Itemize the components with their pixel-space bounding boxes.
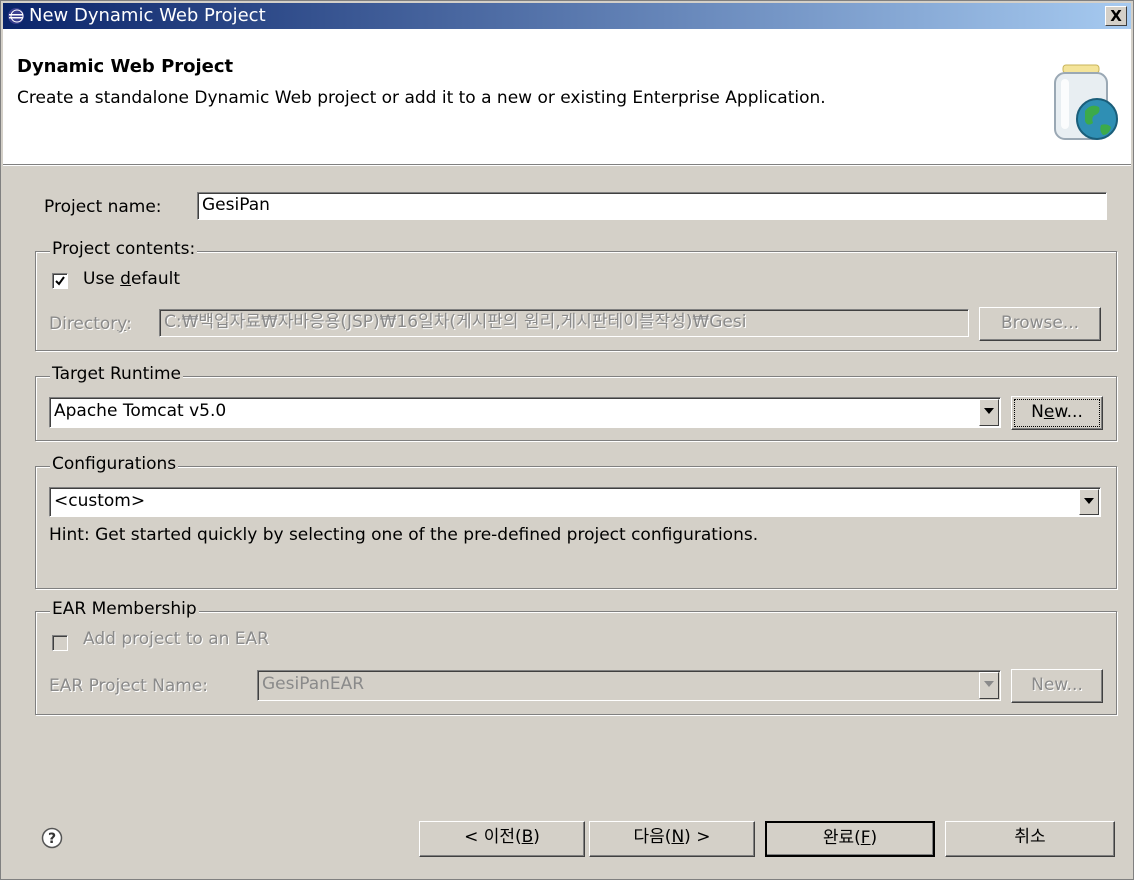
chevron-down-icon [1084,498,1094,504]
header-divider [3,165,1131,166]
finish-button[interactable]: 완료(F) [765,821,935,857]
configurations-select[interactable]: <custom> [49,487,1101,517]
ear-project-name-value: GesiPanEAR [262,674,365,694]
dropdown-button [979,672,999,699]
directory-label: Directory: [49,314,132,334]
cancel-button[interactable]: 취소 [945,821,1115,857]
project-name-input[interactable]: GesiPan [197,192,1107,220]
chevron-down-icon [984,681,994,687]
ear-membership-label: EAR Membership [50,599,199,619]
dropdown-button[interactable] [979,399,999,426]
back-button[interactable]: < 이전(B) [419,821,585,857]
target-runtime-value: Apache Tomcat v5.0 [54,401,227,421]
dialog-window: New Dynamic Web Project X Dynamic Web Pr… [0,0,1134,880]
directory-input: C:₩백업자료₩자바응용(JSP)₩16일차(게시판의 원리,게시판테이블작성)… [159,309,969,337]
new-ear-button: New... [1011,669,1103,703]
help-icon[interactable]: ? [41,827,63,849]
project-name-label: Project name: [44,197,162,217]
ear-project-name-label: EAR Project Name: [49,676,209,696]
wizard-header: Dynamic Web Project Create a standalone … [3,29,1131,165]
configurations-hint: Hint: Get started quickly by selecting o… [49,525,759,545]
window-title: New Dynamic Web Project [29,5,266,26]
use-default-label[interactable]: Use default [83,269,180,289]
close-icon: X [1110,7,1122,25]
checkmark-icon [55,276,65,286]
target-runtime-label: Target Runtime [50,364,184,384]
title-bar[interactable]: New Dynamic Web Project X [3,3,1131,29]
configurations-value: <custom> [54,491,146,511]
ear-project-name-select: GesiPanEAR [257,670,1001,701]
use-default-checkbox[interactable] [52,273,68,289]
add-to-ear-label: Add project to an EAR [83,629,269,649]
page-description: Create a standalone Dynamic Web project … [17,88,826,108]
browse-button: Browse... [979,307,1101,341]
project-contents-label: Project contents: [50,239,198,259]
add-to-ear-checkbox [52,635,68,651]
close-button[interactable]: X [1105,6,1127,26]
svg-text:?: ? [48,831,56,847]
target-runtime-select[interactable]: Apache Tomcat v5.0 [49,397,1001,428]
next-button[interactable]: 다음(N) > [589,821,755,857]
page-title: Dynamic Web Project [17,56,234,77]
web-project-globe-jar-icon [1054,64,1118,140]
eclipse-icon [8,8,24,24]
configurations-label: Configurations [50,454,179,474]
new-runtime-button[interactable]: New... [1011,396,1103,430]
chevron-down-icon [984,408,994,414]
dropdown-button[interactable] [1079,489,1099,515]
